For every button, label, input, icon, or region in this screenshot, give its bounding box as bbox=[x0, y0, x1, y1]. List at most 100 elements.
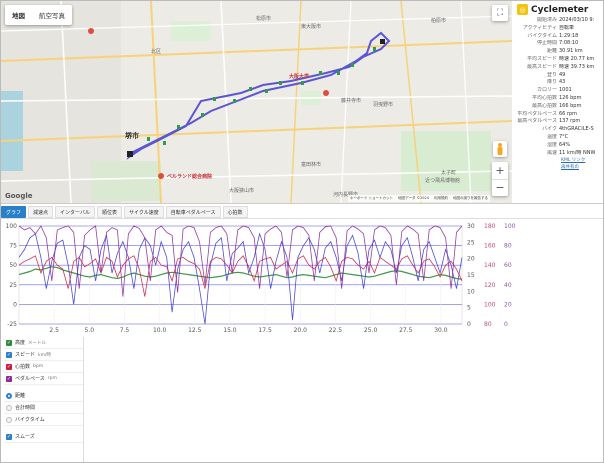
info-row-key: 登り bbox=[546, 71, 557, 78]
checkbox-icon[interactable]: ✓ bbox=[6, 339, 12, 346]
y-tick-label: 100 bbox=[6, 223, 18, 230]
y-tick-label: 50 bbox=[9, 262, 17, 269]
x-tick-label: 15.0 bbox=[223, 327, 237, 334]
x-mode-option[interactable]: バイクタイム bbox=[4, 414, 83, 426]
legend-series-unit: メートル bbox=[28, 340, 47, 346]
map-tab-satellite[interactable]: 航空写真 bbox=[32, 5, 72, 25]
radio-icon[interactable] bbox=[6, 392, 12, 399]
info-row: 風速 11 km/時 NNW bbox=[513, 150, 603, 158]
right-axis-tick-label: 5 bbox=[467, 305, 471, 312]
info-row-value: 166 bpm bbox=[559, 102, 582, 109]
map-canvas[interactable] bbox=[1, 1, 512, 203]
right-axis-tick-label: 140 bbox=[484, 262, 496, 269]
info-row: バイク 4thGRACILE-S bbox=[513, 126, 603, 134]
info-row-key: 停止時間 bbox=[536, 40, 557, 47]
tab-2[interactable]: インターバル bbox=[55, 206, 95, 218]
pegman-icon[interactable] bbox=[493, 141, 507, 157]
radio-icon[interactable] bbox=[6, 404, 12, 411]
right-axis-tick-label: 10 bbox=[467, 288, 475, 295]
zoom-out-button[interactable]: − bbox=[492, 180, 508, 197]
y-tick-label: -25 bbox=[7, 321, 17, 328]
right-axis-tick-label: 20 bbox=[504, 301, 512, 308]
info-row-key: 湿度 bbox=[546, 141, 557, 148]
legend-series-label: スピード bbox=[15, 352, 36, 358]
tab-4[interactable]: サイクル速度 bbox=[124, 206, 164, 218]
zoom-control: + − bbox=[492, 162, 508, 196]
report-error-link[interactable]: 地図の誤りを報告する bbox=[453, 196, 488, 201]
info-row: 平均ペダルペース 66 rpm bbox=[513, 111, 603, 119]
info-title: Cyclemeter bbox=[531, 4, 589, 15]
tab-5[interactable]: 自転車ペダルペース bbox=[165, 206, 221, 218]
legend-series-toggle[interactable]: ✓ 心拍数 bpm bbox=[4, 361, 83, 373]
smooth-toggle[interactable]: ✓ スムーズ bbox=[4, 431, 83, 443]
tab-3[interactable]: 順位表 bbox=[96, 206, 122, 218]
terms-link[interactable]: 利用規約 bbox=[434, 196, 448, 201]
map-tab-map[interactable]: 地図 bbox=[5, 5, 32, 25]
info-row: 平均スピード 時速 20.77 km bbox=[513, 56, 603, 64]
x-tick-label: 12.5 bbox=[188, 327, 202, 334]
map-label-city: 堺市 bbox=[125, 132, 139, 140]
info-row-key: バイク bbox=[542, 126, 557, 133]
legend-series-label: ペダルペース bbox=[15, 376, 45, 382]
fullscreen-icon[interactable]: ⛶ bbox=[492, 5, 508, 21]
tab-1[interactable]: 減速点 bbox=[28, 206, 54, 218]
info-row: 距離 30.91 km bbox=[513, 48, 603, 56]
legend-series-label: 高度 bbox=[15, 340, 26, 346]
legend-series-toggle[interactable]: ✓ ペダルペース rpm bbox=[4, 373, 83, 385]
tab-underline bbox=[1, 218, 603, 219]
info-row-value: 126 bpm bbox=[559, 94, 582, 101]
info-row: カロリー 1001 bbox=[513, 87, 603, 95]
zoom-in-button[interactable]: + bbox=[492, 162, 508, 180]
checkbox-icon[interactable]: ✓ bbox=[6, 433, 12, 440]
info-row-key: 平均スピード bbox=[526, 55, 557, 62]
legend-series-toggle[interactable]: ✓ 高度 メートル bbox=[4, 337, 83, 349]
info-row-value: 7°C bbox=[559, 133, 569, 140]
x-mode-option[interactable]: 距離 bbox=[4, 390, 83, 402]
map-poi-label[interactable]: ベルランド総合病院 bbox=[167, 173, 212, 180]
info-row-key: 平均心拍数 bbox=[531, 94, 557, 101]
info-row-key: 最高心拍数 bbox=[531, 102, 557, 109]
x-tick-label: 25.0 bbox=[364, 327, 378, 334]
x-mode-label: 距離 bbox=[15, 393, 26, 399]
keyboard-shortcuts-link[interactable]: キーボード ショートカット bbox=[350, 196, 393, 201]
info-row: 降り 43 bbox=[513, 79, 603, 87]
info-row-value: 64% bbox=[559, 141, 571, 148]
right-axis-tick-label: 30 bbox=[467, 223, 475, 230]
map-data-credit: 地図データ ©2024 bbox=[397, 196, 429, 200]
info-row-value: 7:08:10 bbox=[559, 40, 579, 47]
ride-chart[interactable]: 1007550250-252.5 5.0 7.5 10.0 12.5 15.0 17.5 20… bbox=[1, 220, 601, 338]
map-label: 北区 bbox=[151, 49, 162, 55]
right-axis-tick-label: 25 bbox=[467, 239, 475, 246]
map-poi-label[interactable]: 大阪大学 bbox=[289, 73, 309, 80]
reshare-link[interactable]: 再共有の bbox=[513, 164, 603, 171]
right-axis-tick-label: 60 bbox=[504, 262, 512, 269]
info-rows: 開始済み 2024/03/10 9: アクティビティ 自転車 バイクタイム 1:29:18… bbox=[513, 17, 603, 157]
info-row-value: 137 rpm bbox=[559, 118, 581, 125]
x-mode-label: バイクタイム bbox=[15, 417, 45, 423]
x-mode-option[interactable]: 合計時間 bbox=[4, 402, 83, 414]
tab-0[interactable]: グラフ bbox=[1, 206, 27, 218]
radio-icon[interactable] bbox=[6, 416, 12, 423]
info-row-value: 時速 39.73 km bbox=[559, 63, 595, 70]
checkbox-icon[interactable]: ✓ bbox=[6, 363, 12, 370]
checkbox-icon[interactable]: ✓ bbox=[6, 375, 12, 382]
legend-series-unit: bpm bbox=[33, 364, 44, 369]
right-axis-tick-label: 160 bbox=[484, 243, 496, 250]
kml-link[interactable]: KML リンク bbox=[513, 157, 603, 164]
route-map[interactable]: 堺市 北区 東大阪市 松原市 柏原市 羽曳野市 藤井寺市 大阪狭山市 富田林市 … bbox=[1, 1, 512, 203]
info-row-value: 時速 20.77 km bbox=[559, 55, 595, 62]
ride-info-panel: ◎ Cyclemeter 開始済み 2024/03/10 9: アクティビティ 自転車… bbox=[513, 1, 603, 203]
info-row: 最高スピード 時速 39.73 km bbox=[513, 64, 603, 72]
section-divider bbox=[1, 203, 603, 204]
chart-legend: ✓ 高度 メートル ✓ スピード km/時 ✓ 心拍数 bpm ✓ ペダルペース rpm 距離 合計時間… bbox=[4, 337, 84, 462]
legend-series-label: 心拍数 bbox=[15, 364, 31, 370]
graph-tabs: グラフ 減速点 インターバル 順位表 サイクル速度 自転車ペダルペース 心拍数 bbox=[1, 206, 248, 218]
tab-6[interactable]: 心拍数 bbox=[222, 206, 248, 218]
x-tick-label: 5.0 bbox=[85, 327, 95, 334]
x-tick-label: 22.5 bbox=[329, 327, 343, 334]
right-axis-tick-label: 80 bbox=[484, 321, 492, 328]
checkbox-icon[interactable]: ✓ bbox=[6, 351, 12, 358]
info-row-value: 49 bbox=[559, 71, 566, 78]
legend-series-toggle[interactable]: ✓ スピード km/時 bbox=[4, 349, 83, 361]
google-logo: Google bbox=[5, 192, 33, 200]
